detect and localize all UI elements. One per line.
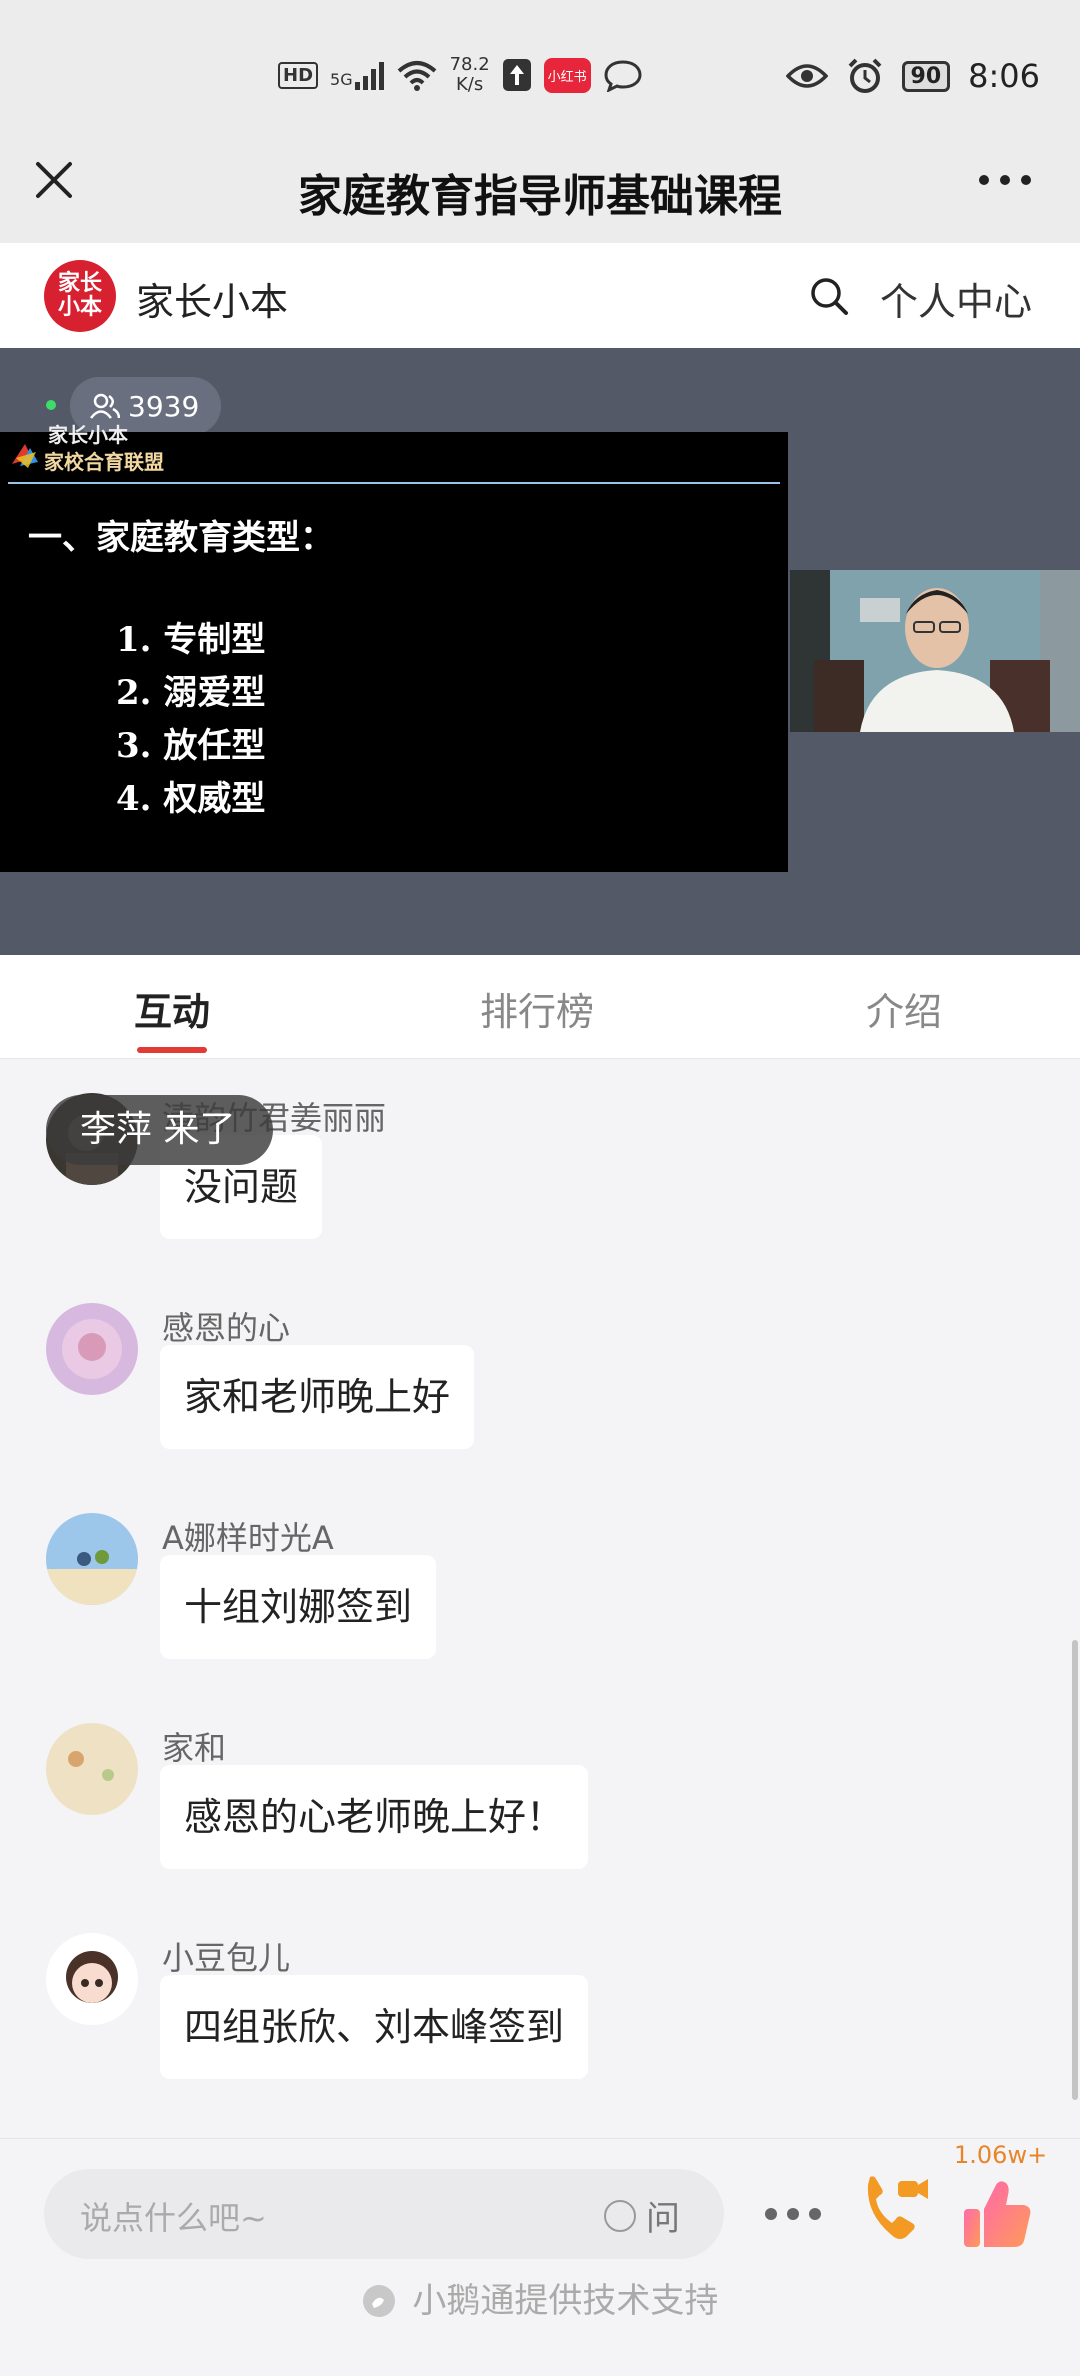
message-username: A娜样时光A xyxy=(162,1519,334,1557)
brand-name[interactable]: 家长小本 xyxy=(136,271,288,326)
slide-item: 1. 专制型 xyxy=(116,620,266,660)
ask-question-toggle[interactable]: 问 xyxy=(604,2191,680,2240)
slide-org-name: 家校合育联盟 xyxy=(44,450,164,474)
brand-logo-text: 家长小本 xyxy=(57,271,102,320)
teacher-camera-view[interactable] xyxy=(790,570,1080,732)
presentation-slide: 家长小本 家校合育联盟 一、家庭教育类型： 1. 专制型 2. 溺爱型 3. 放… xyxy=(0,423,788,872)
live-indicator xyxy=(46,400,56,410)
avatar[interactable] xyxy=(46,1723,138,1815)
thumbs-up-icon[interactable] xyxy=(962,2179,1034,2249)
slide-divider xyxy=(8,482,780,484)
radio-circle-icon xyxy=(604,2199,636,2232)
chat-scrollbar[interactable] xyxy=(1072,1640,1078,2100)
message-username: 小豆包儿 xyxy=(162,1939,291,1977)
tab-introduction[interactable]: 介绍 xyxy=(866,981,942,1036)
people-icon xyxy=(90,393,120,419)
battery-icon: 90 xyxy=(901,60,951,92)
like-count: 1.06w+ xyxy=(954,2141,1048,2169)
status-right: 90 8:06 xyxy=(785,48,1040,104)
slide-item: 3. 放任型 xyxy=(116,726,266,766)
active-tab-indicator xyxy=(137,1047,207,1053)
more-actions-icon[interactable] xyxy=(764,2207,822,2221)
brand-logo[interactable]: 家长小本 xyxy=(44,260,116,332)
clock: 8:06 xyxy=(968,57,1040,95)
avatar-image xyxy=(46,1513,138,1605)
bottom-bar: 说点什么吧~ 问 1.06w+ 小鹅通提供技术支持 xyxy=(0,2138,1080,2376)
alarm-icon xyxy=(848,58,881,93)
tab-interaction[interactable]: 互动 xyxy=(134,981,210,1036)
live-video-area[interactable]: 3939 家长小本 家校合育联盟 一、家庭教育类型： 1. 专制型 2. 溺爱型… xyxy=(0,348,1080,955)
net-speed-unit: K/s xyxy=(456,74,484,95)
message-bubble[interactable]: 十组刘娜签到 xyxy=(160,1555,437,1659)
comment-input[interactable]: 说点什么吧~ 问 xyxy=(44,2169,724,2259)
join-notification-toast: 李萍 来了 xyxy=(46,1095,274,1165)
search-icon[interactable] xyxy=(808,275,850,317)
title-bar: 家庭教育指导师基础课程 xyxy=(0,140,1080,243)
page-title: 家庭教育指导师基础课程 xyxy=(298,171,782,222)
net-speed: 78.2 K/s xyxy=(450,55,490,95)
comment-input-placeholder: 说点什么吧~ xyxy=(80,2199,267,2237)
message-bubble[interactable]: 感恩的心老师晚上好！ xyxy=(160,1765,589,1869)
teacher-video-image xyxy=(790,570,1080,732)
cellular-signal: 5G xyxy=(330,60,384,90)
message-username: 家和 xyxy=(162,1729,227,1767)
slide-watermark: 家长小本 xyxy=(48,423,128,447)
message-username: 感恩的心 xyxy=(162,1309,291,1347)
org-logo-icon xyxy=(12,444,38,468)
upload-icon xyxy=(502,59,531,91)
slide-item: 4. 权威型 xyxy=(116,779,266,819)
avatar[interactable] xyxy=(46,1933,138,2025)
status-left: HD 5G 78.2 K/s 小红书 xyxy=(278,50,643,100)
net-speed-value: 78.2 xyxy=(449,54,490,75)
avatar-image xyxy=(46,1933,138,2025)
message-bubble[interactable]: 四组张欣、刘本峰签到 xyxy=(160,1975,589,2079)
video-call-icon[interactable] xyxy=(860,2175,930,2247)
status-bar: HD 5G 78.2 K/s 小红书 90 8:06 xyxy=(0,0,1080,140)
brand-bar: 家长小本 家长小本 个人中心 xyxy=(0,243,1080,348)
slide-item: 2. 溺爱型 xyxy=(116,673,266,713)
goose-logo-icon xyxy=(362,2285,395,2317)
chat-bubble-icon xyxy=(604,60,642,92)
tech-support-text: 小鹅通提供技术支持 xyxy=(412,2281,719,2321)
avatar[interactable] xyxy=(46,1303,138,1395)
tech-support-footer: 小鹅通提供技术支持 xyxy=(0,2273,1080,2322)
avatar-image xyxy=(46,1723,138,1815)
personal-center-link[interactable]: 个人中心 xyxy=(880,271,1032,326)
more-options-icon[interactable] xyxy=(978,174,1032,186)
hd-badge: HD xyxy=(278,61,319,89)
ask-question-label: 问 xyxy=(646,2199,680,2239)
tab-leaderboard[interactable]: 排行榜 xyxy=(480,981,594,1036)
avatar-image xyxy=(46,1303,138,1395)
avatar[interactable] xyxy=(46,1513,138,1605)
wifi-icon xyxy=(397,61,436,91)
viewer-count: 3939 xyxy=(128,389,200,423)
signal-bars-icon xyxy=(354,60,384,90)
tab-bar: 互动 排行榜 介绍 xyxy=(0,955,1080,1059)
slide-heading: 一、家庭教育类型： xyxy=(28,518,334,558)
message-bubble[interactable]: 家和老师晚上好 xyxy=(160,1345,475,1449)
app-notification-icon: 小红书 xyxy=(543,57,591,93)
eye-icon xyxy=(785,64,828,88)
network-type: 5G xyxy=(330,70,353,89)
